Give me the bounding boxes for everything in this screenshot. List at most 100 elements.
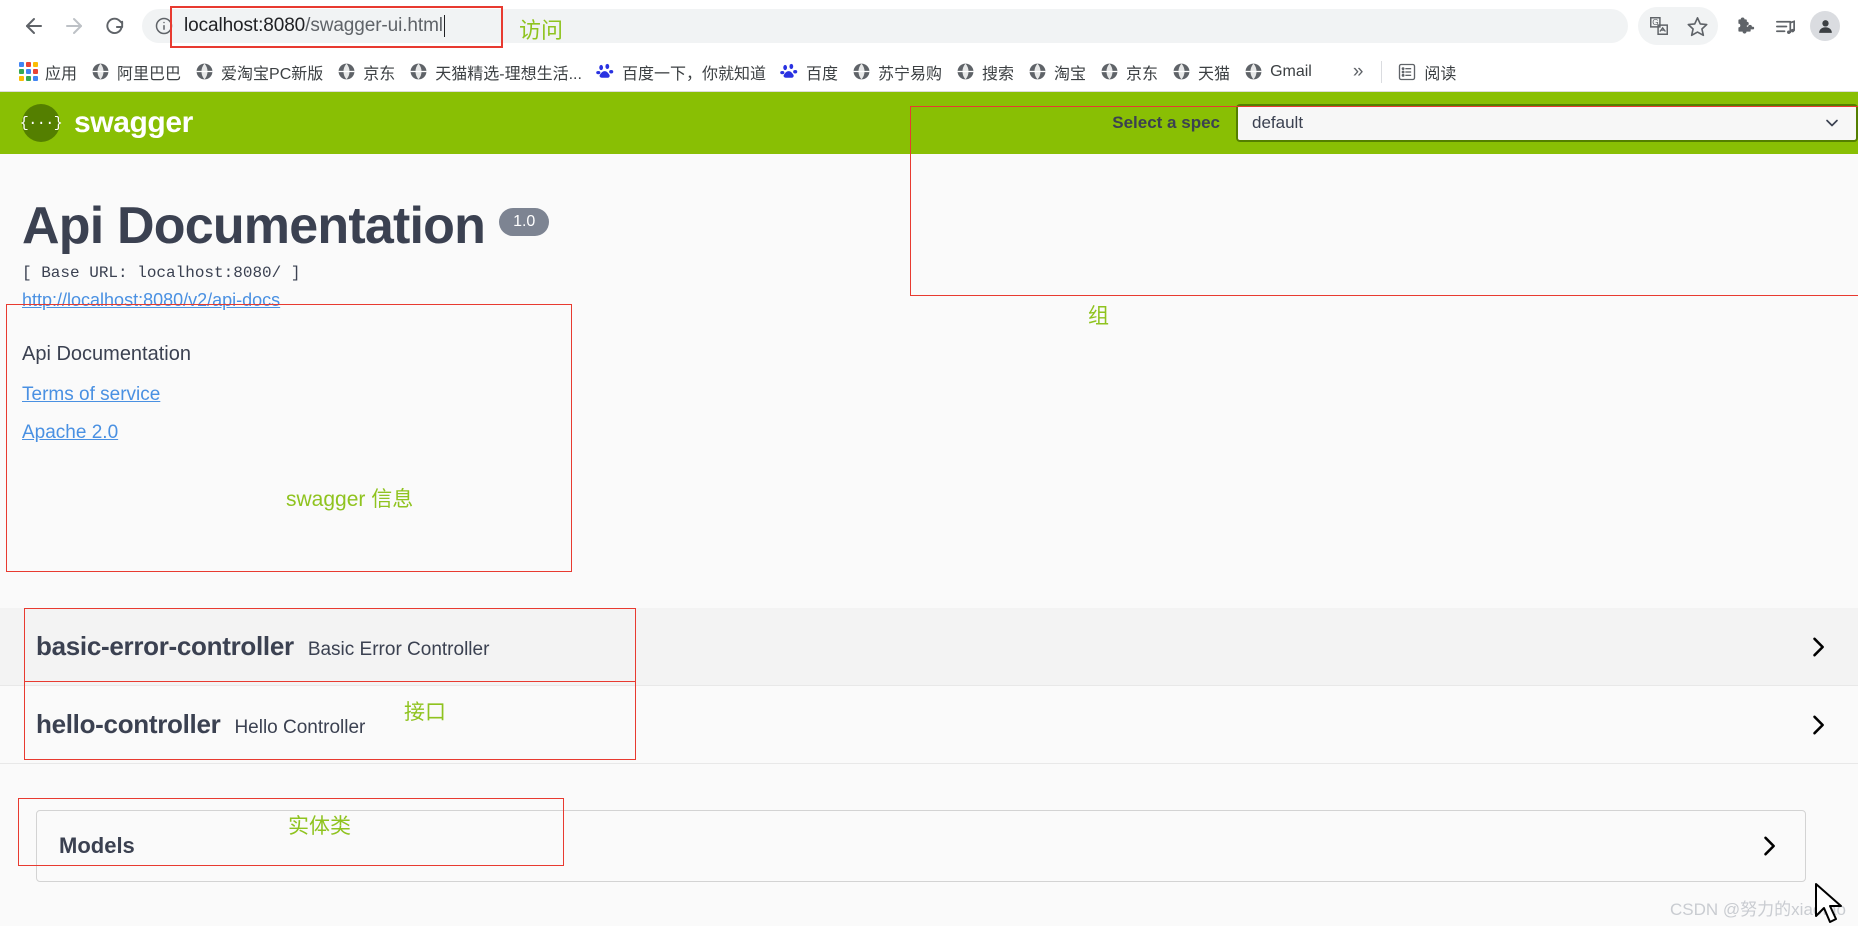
license-link[interactable]: Apache 2.0 [22, 422, 1858, 444]
tag-description: Basic Error Controller [307, 639, 490, 660]
media-list-icon [1775, 19, 1795, 34]
star-icon [1686, 16, 1708, 36]
bookmark-baidu[interactable]: 百度 [773, 57, 845, 87]
tag-section-basic-error-controller[interactable]: basic-error-controller Basic Error Contr… [0, 608, 1858, 686]
forward-button[interactable] [54, 6, 94, 46]
bookmark-tmall[interactable]: 天猫 [1165, 57, 1237, 87]
text-caret [443, 15, 445, 37]
bookmark-label: 天猫 [1198, 65, 1231, 83]
forward-arrow-icon [66, 18, 82, 34]
bookmarks-bar: 应用 阿里巴巴 爱淘宝PC新版 京东 天猫精选-理想生活... 百度一下，你就知… [0, 52, 1858, 92]
tag-name: hello-controller [36, 709, 221, 739]
tag-section-hello-controller[interactable]: hello-controller Hello Controller [0, 686, 1858, 764]
globe-icon [1173, 63, 1190, 80]
globe-icon [957, 63, 974, 80]
reading-list-button[interactable]: 阅读 [1390, 57, 1463, 87]
globe-icon [1245, 63, 1262, 80]
base-url-text: [ Base URL: localhost:8080/ ] [22, 264, 301, 282]
tag-left-group: basic-error-controller Basic Error Contr… [36, 631, 489, 662]
annotation-swagger-info-label: swagger 信息 [286, 488, 414, 511]
reading-list-label: 阅读 [1424, 65, 1457, 83]
operation-tags-list: basic-error-controller Basic Error Contr… [0, 608, 1858, 764]
globe-icon [853, 63, 870, 80]
globe-icon [92, 63, 109, 80]
bookmark-label: 苏宁易购 [877, 65, 942, 83]
toolbar-icons: G [1638, 7, 1844, 45]
apps-grid-icon [19, 62, 38, 81]
bookmark-label: Gmail [1270, 62, 1312, 80]
api-description: Api Documentation [22, 343, 191, 365]
chevron-right-icon[interactable] [1804, 711, 1832, 739]
bookmark-apps[interactable]: 应用 [12, 57, 84, 87]
bookmark-search[interactable]: 搜索 [949, 57, 1021, 87]
bookmark-aitaobao[interactable]: 爱淘宝PC新版 [188, 57, 330, 87]
bookmark-jd-2[interactable]: 京东 [1093, 57, 1165, 87]
reading-list-icon [1399, 63, 1416, 80]
bookmark-suning[interactable]: 苏宁易购 [845, 57, 949, 87]
extensions-button[interactable] [1726, 7, 1764, 45]
back-button[interactable] [14, 6, 54, 46]
bookmark-label: 爱淘宝PC新版 [221, 65, 324, 83]
translate-icon: G [1650, 17, 1668, 35]
api-docs-link[interactable]: http://localhost:8080/v2/api-docs [22, 290, 280, 311]
bookmark-label: 京东 [363, 65, 396, 83]
url-path: /swagger-ui.html [305, 15, 443, 36]
bookmark-gmail[interactable]: Gmail [1237, 59, 1319, 84]
bookmark-baidu-search[interactable]: 百度一下，你就知道 [589, 57, 773, 87]
tag-name: basic-error-controller [36, 631, 294, 661]
reload-button[interactable] [94, 6, 134, 46]
tag-left-group: hello-controller Hello Controller [36, 709, 365, 740]
swagger-ui-page: {···} swagger Select a spec default Api … [0, 92, 1858, 926]
reload-icon [105, 17, 123, 34]
profile-button[interactable] [1806, 7, 1844, 45]
spec-selector: Select a spec default [1096, 104, 1858, 142]
globe-icon [1101, 63, 1118, 80]
bookmark-label: 天猫精选-理想生活... [435, 65, 582, 83]
bookmarks-overflow-button[interactable]: » [1343, 61, 1374, 83]
annotation-interface-label: 接口 [404, 701, 446, 724]
bookmark-label: 百度一下，你就知道 [621, 65, 766, 83]
bookmark-label: 应用 [45, 65, 78, 83]
bookmark-taobao[interactable]: 淘宝 [1021, 57, 1093, 87]
swagger-braces-icon: {···} [20, 104, 63, 142]
bookmark-star-button[interactable] [1678, 7, 1716, 45]
models-title: Models [59, 833, 135, 858]
chevron-right-icon[interactable] [1755, 832, 1783, 860]
globe-icon [1029, 63, 1046, 80]
annotation-group-label: 组 [1088, 305, 1109, 328]
api-info-block: Api Documentation 1.0 [ Base URL: localh… [0, 154, 1858, 444]
swagger-logo[interactable]: {···} swagger [20, 104, 193, 142]
bookmark-tmall-select[interactable]: 天猫精选-理想生活... [402, 57, 589, 87]
profile-avatar-icon [1818, 19, 1832, 33]
bookmark-label: 百度 [805, 65, 838, 83]
url-input[interactable]: localhost:8080/swagger-ui.html [184, 9, 1628, 43]
baidu-icon [596, 63, 614, 78]
avatar [1810, 11, 1840, 41]
spec-select-dropdown[interactable]: default [1236, 104, 1858, 142]
chevron-right-icon[interactable] [1804, 633, 1832, 661]
chevron-down-icon [1826, 119, 1838, 127]
globe-icon [410, 63, 427, 80]
annotation-visit-label: 访问 [519, 18, 564, 43]
back-arrow-icon [26, 18, 42, 34]
info-circle-icon[interactable] [154, 16, 174, 36]
browser-toolbar: localhost:8080/swagger-ui.html G 访问 [0, 0, 1858, 52]
models-section: Models [0, 792, 1858, 882]
bookmark-label: 搜索 [982, 65, 1015, 83]
translate-button[interactable]: G [1640, 7, 1678, 45]
globe-icon [338, 63, 355, 80]
api-title-row: Api Documentation 1.0 [22, 196, 1858, 256]
omnibox[interactable]: localhost:8080/swagger-ui.html [142, 9, 1628, 43]
bookmark-jd-1[interactable]: 京东 [330, 57, 402, 87]
bookmark-label: 淘宝 [1054, 65, 1087, 83]
bookmark-label: 京东 [1126, 65, 1159, 83]
media-controls-button[interactable] [1766, 7, 1804, 45]
spec-selected-value: default [1252, 113, 1304, 132]
bookmark-alibaba[interactable]: 阿里巴巴 [84, 57, 188, 87]
omnibox-action-pill: G [1638, 7, 1718, 45]
puzzle-piece-icon [1737, 16, 1754, 34]
globe-icon [196, 63, 213, 80]
terms-of-service-link[interactable]: Terms of service [22, 384, 1858, 406]
toolbar-divider [1381, 60, 1383, 83]
tag-description: Hello Controller [234, 717, 366, 738]
